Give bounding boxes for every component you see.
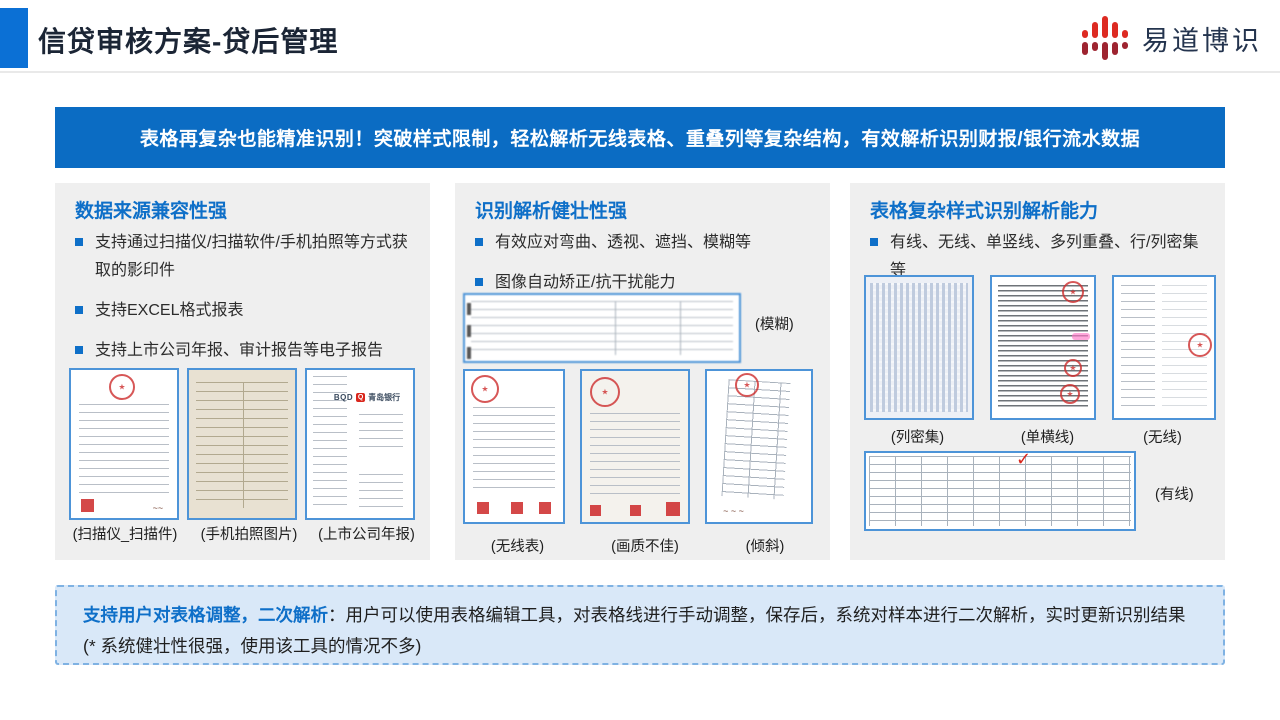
bullet-item: 支持通过扫描仪/扫描软件/手机拍照等方式获取的影印件 [75,229,416,285]
panel-robustness: 识别解析健壮性强 有效应对弯曲、透视、遮挡、模糊等 图像自动矫正/抗干扰能力 (… [455,183,830,560]
poor-quality-image [580,369,690,524]
header-accent-block [0,8,28,68]
image-caption: (模糊) [755,313,794,334]
headline-banner-text: 表格再复杂也能精准识别！突破样式限制，轻松解析无线表格、重叠列等复杂结构，有效解… [140,124,1140,151]
red-check-mark-icon: ✓ [1016,451,1031,470]
company-logo-text: 易道博识 [1142,19,1262,58]
captions-row: (扫描仪_扫描件) (手机拍照图片) (上市公司年报) [61,523,424,544]
bullet-square-icon [475,238,483,246]
scanned-document-image: ~~ [69,368,179,520]
sample-images-row: ~ ~ ~ [463,369,813,524]
lineless-table-image [463,369,565,524]
image-caption: (手机拍照图片) [189,523,309,544]
bullet-square-icon [75,306,83,314]
report-bank-text: 青岛银行 [368,392,400,403]
footer-note-highlight: 支持用户对表格调整，二次解析 [83,605,328,625]
image-caption: (倾斜) [710,535,820,556]
panel-heading: 数据来源兼容性强 [75,196,227,223]
blurry-table-image [463,293,741,363]
phone-photo-image [187,368,297,520]
captions-row: (无线表) (画质不佳) (倾斜) [455,535,830,556]
bullet-list: 支持通过扫描仪/扫描软件/手机拍照等方式获取的影印件 支持EXCEL格式报表 支… [75,229,416,377]
panel-heading: 表格复杂样式识别解析能力 [870,196,1098,223]
bullet-text: 支持EXCEL格式报表 [95,297,243,325]
bullet-text: 支持上市公司年报、审计报告等电子报告 [95,337,383,365]
bullet-item: 支持EXCEL格式报表 [75,297,416,325]
image-caption: (有线) [1155,483,1194,504]
single-hline-image [990,275,1096,420]
bullet-text: 支持通过扫描仪/扫描软件/手机拍照等方式获取的影印件 [95,229,416,285]
tilted-table-image: ~ ~ ~ [705,369,813,524]
panel-data-sources: 数据来源兼容性强 支持通过扫描仪/扫描软件/手机拍照等方式获取的影印件 支持EX… [55,183,430,560]
panel-heading: 识别解析健壮性强 [475,196,627,223]
sample-images-row: ~~ BQD Q 青岛银行 [69,368,415,520]
header-bar: 信贷审核方案-贷后管理 易道博识 [0,0,1280,73]
report-brand-text: BQD [334,393,353,402]
bullet-square-icon [475,278,483,286]
dense-columns-image [864,275,974,420]
image-caption: (无线表) [455,535,580,556]
report-brand-q-icon: Q [356,393,365,402]
image-caption: (画质不佳) [580,535,710,556]
annual-report-image: BQD Q 青岛银行 [305,368,415,520]
bullet-square-icon [75,346,83,354]
page-title: 信贷审核方案-贷后管理 [38,20,338,60]
image-caption: (无线) [1110,426,1215,447]
bullet-item: 有效应对弯曲、透视、遮挡、模糊等 [475,229,816,257]
sample-images-row [864,275,1216,420]
lined-table-image: ✓ [864,451,1136,531]
company-logo: 易道博识 [1082,12,1262,64]
bullet-text: 有效应对弯曲、透视、遮挡、模糊等 [495,229,751,257]
bullet-square-icon [75,238,83,246]
image-caption: (单横线) [985,426,1110,447]
footer-note-box: 支持用户对表格调整，二次解析：用户可以使用表格编辑工具，对表格线进行手动调整，保… [55,585,1225,665]
bullet-square-icon [870,238,878,246]
image-caption: (上市公司年报) [309,523,424,544]
image-caption: (扫描仪_扫描件) [61,523,189,544]
panel-complex-styles: 表格复杂样式识别解析能力 有线、无线、单竖线、多列重叠、行/列密集等 [850,183,1225,560]
soundwave-logo-icon [1082,14,1132,62]
no-lines-image [1112,275,1216,420]
slide-page: 信贷审核方案-贷后管理 易道博识 表格再复杂也能精准识别！突破样式限制，轻松解析… [0,0,1280,720]
image-caption: (列密集) [850,426,985,447]
bullet-item: 支持上市公司年报、审计报告等电子报告 [75,337,416,365]
headline-banner: 表格再复杂也能精准识别！突破样式限制，轻松解析无线表格、重叠列等复杂结构，有效解… [55,107,1225,168]
captions-row: (列密集) (单横线) (无线) [850,426,1225,447]
